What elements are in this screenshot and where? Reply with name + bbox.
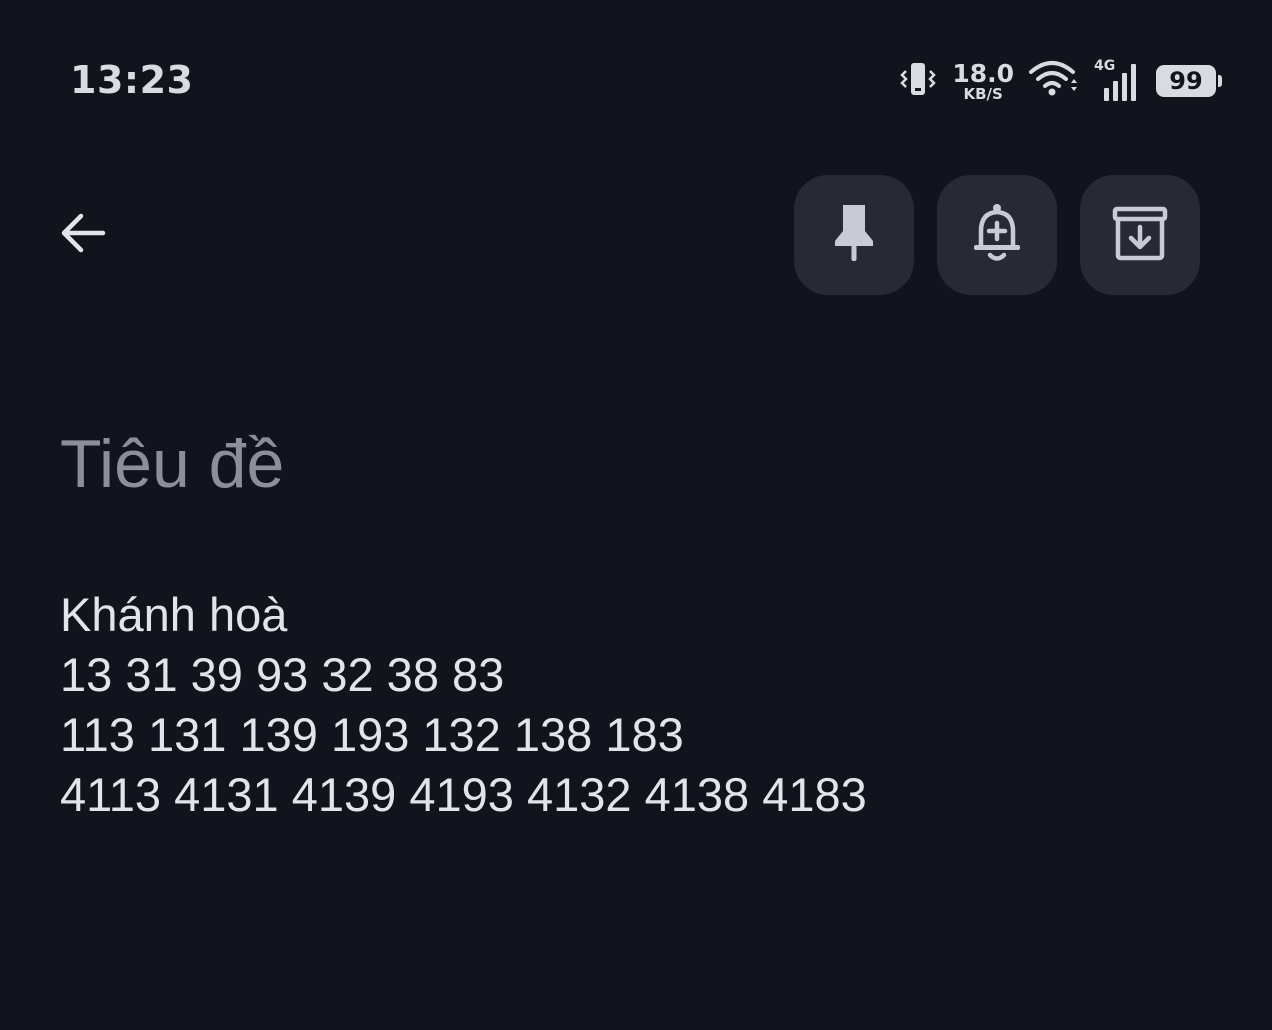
archive-button[interactable] (1080, 175, 1200, 295)
network-speed-value: 18.0 (952, 58, 1014, 88)
arrow-left-icon (55, 205, 111, 265)
cellular-signal: 4G (1094, 58, 1142, 102)
network-speed-unit: KB/S (963, 84, 1003, 103)
battery-level: 99 (1169, 67, 1203, 95)
archive-icon (1110, 203, 1170, 267)
reminder-button[interactable] (937, 175, 1057, 295)
status-icons: 18.0 KB/S 4G 99 (898, 58, 1222, 104)
note-body-text[interactable]: Khánh hoà 13 31 39 93 32 38 83 113 131 1… (60, 585, 1210, 825)
note-line: 13 31 39 93 32 38 83 (60, 648, 505, 701)
pin-icon (828, 201, 880, 269)
note-line: Khánh hoà (60, 588, 288, 641)
pin-button[interactable] (794, 175, 914, 295)
note-title-input[interactable] (60, 425, 1210, 503)
status-bar: 13:23 18.0 KB/S 4G 99 (0, 0, 1272, 150)
back-button[interactable] (50, 202, 116, 268)
note-line: 4113 4131 4139 4193 4132 4138 4183 (60, 768, 867, 821)
note-toolbar (0, 170, 1272, 300)
network-speed: 18.0 KB/S (952, 61, 1014, 102)
bell-plus-icon (969, 201, 1025, 269)
vibrate-icon (898, 59, 938, 103)
note-line: 113 131 139 193 132 138 183 (60, 708, 684, 761)
battery-icon: 99 (1156, 65, 1222, 97)
wifi-icon (1028, 59, 1080, 103)
status-time: 13:23 (70, 58, 194, 102)
